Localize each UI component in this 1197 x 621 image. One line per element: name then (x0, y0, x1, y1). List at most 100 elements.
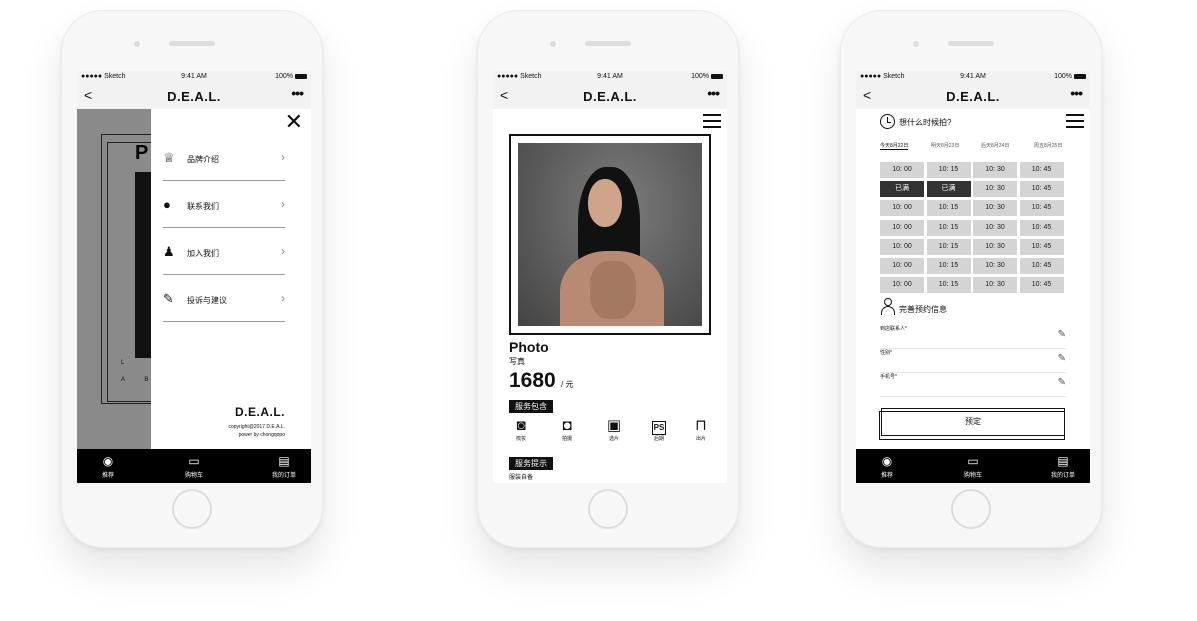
service-makeup: ◙ 梳妆 (508, 417, 534, 442)
orders-icon: ▤ (1057, 454, 1069, 468)
tab-orders[interactable]: ▤ 我的订单 (254, 454, 311, 479)
speaker-slot (169, 41, 215, 46)
speaker-slot (948, 41, 994, 46)
tab-recommend[interactable]: ◉ 推荐 (857, 454, 917, 479)
tab-bar: ◉ 推荐 ▭ 购物车 ▤ 我的订单 (77, 449, 311, 483)
notice-text: 服装自备 (509, 475, 534, 481)
time-slot[interactable]: 10: 00 (880, 238, 924, 255)
more-button[interactable]: ••• (707, 85, 720, 101)
close-icon[interactable]: ✕ (285, 111, 303, 133)
time-slot[interactable]: 10: 45 (1019, 238, 1064, 255)
time-slot[interactable]: 10: 45 (1019, 181, 1064, 198)
service-label: 选片 (608, 436, 619, 442)
time-slot[interactable]: 10: 45 (1019, 219, 1064, 236)
time-slot[interactable]: 10: 15 (926, 162, 971, 178)
menu-item-join[interactable]: ♟ 加入我们 › (163, 229, 285, 275)
service-retouch: PS 后期 (646, 417, 672, 442)
contact-name-field[interactable]: 到店联系人* ✎ (880, 325, 1066, 349)
phone-field[interactable]: 手机号* ✎ (880, 373, 1066, 397)
tab-recommend[interactable]: ◉ 推荐 (78, 454, 138, 479)
menu-item-label: 品牌介绍 (187, 155, 219, 164)
cart-icon: ▭ (188, 454, 200, 468)
time-slot[interactable]: 10: 45 (1019, 258, 1064, 274)
time-slot[interactable]: 10: 15 (926, 277, 971, 294)
home-button[interactable] (172, 489, 212, 529)
chevron-right-icon: › (281, 197, 285, 211)
camera-dot (550, 41, 556, 47)
back-button[interactable]: < (84, 87, 92, 103)
tab-orders[interactable]: ▤ 我的订单 (1033, 454, 1090, 479)
product-subtitle: 写真 (509, 357, 525, 366)
menu-content: P L A B ✕ ♕ 品牌介绍 › ● 联系我们 › ♟ 加入我们 › ✎ 投… (77, 109, 311, 483)
time-slot[interactable]: 10: 15 (926, 219, 971, 236)
date-tab[interactable]: 今天8月22日 (880, 142, 909, 150)
time-slot[interactable]: 已满 (926, 181, 971, 198)
battery-icon (711, 73, 723, 79)
time-slot[interactable]: 10: 30 (973, 200, 1017, 217)
more-button[interactable]: ••• (291, 85, 304, 101)
time-slot[interactable]: 10: 45 (1019, 200, 1064, 217)
time-slot[interactable]: 10: 15 (926, 238, 971, 255)
copyright-text: copyright@2017 D.E.A.L. power by chongqo… (229, 423, 286, 439)
camera-dot (913, 41, 919, 47)
confirm-booking-button[interactable]: 预定 (879, 408, 1065, 440)
more-button[interactable]: ••• (1070, 85, 1083, 101)
time-slot[interactable]: 10: 00 (880, 200, 924, 217)
time-slot[interactable]: 10: 30 (973, 219, 1017, 236)
time-slot[interactable]: 10: 00 (880, 258, 924, 274)
service-include-label: 服务包含 (509, 400, 553, 413)
powered-by-line: power by chongqopo (238, 432, 285, 438)
service-label: 后期 (653, 436, 664, 442)
screen-menu: ●●●●● Sketch 9:41 AM 100% < D.E.A.L. •••… (77, 71, 311, 483)
pencil-icon[interactable]: ✎ (1058, 377, 1066, 388)
time-slot[interactable]: 10: 00 (880, 219, 924, 236)
time-slot[interactable]: 10: 45 (1019, 162, 1064, 178)
date-tab[interactable]: 周五8月25日 (1034, 142, 1062, 149)
time-slot[interactable]: 10: 00 (880, 162, 924, 178)
date-tab[interactable]: 明天8月23日 (931, 142, 959, 149)
menu-item-contact[interactable]: ● 联系我们 › (163, 182, 285, 228)
background-letter: P (135, 142, 149, 164)
product-content: Photo 写真 1680 / 元 服务包含 ◙ 梳妆 ◘ 拍摄 ▣ 选片 PS 后期 … (493, 109, 727, 483)
back-button[interactable]: < (500, 87, 508, 103)
time-slot[interactable]: 10: 30 (973, 181, 1017, 198)
screen-booking: ●●●●● Sketch 9:41 AM 100% < D.E.A.L. •••… (856, 71, 1090, 483)
time-slot[interactable]: 10: 30 (973, 238, 1017, 255)
crown-icon: ♕ (163, 150, 175, 165)
date-tab[interactable]: 后天8月24日 (981, 142, 1009, 149)
tab-cart[interactable]: ▭ 购物车 (943, 454, 1003, 479)
time-slot[interactable]: 10: 15 (926, 200, 971, 217)
time-slot[interactable]: 10: 00 (880, 277, 924, 294)
status-time: 9:41 AM (960, 73, 986, 80)
home-button[interactable] (951, 489, 991, 529)
time-slot[interactable]: 已满 (880, 181, 924, 198)
orders-icon: ▤ (278, 454, 290, 468)
info-title: 完善预约信息 (899, 305, 947, 314)
time-slot[interactable]: 10: 45 (1019, 277, 1064, 294)
gender-field[interactable]: 性别* ✎ (880, 349, 1066, 373)
cart-icon: ▭ (967, 454, 979, 468)
status-time: 9:41 AM (181, 73, 207, 80)
phone-frame-2: ●●●●● Sketch 9:41 AM 100% < D.E.A.L. •••… (477, 10, 739, 548)
back-button[interactable]: < (863, 87, 871, 103)
hamburger-menu-icon[interactable] (703, 114, 721, 128)
time-slot[interactable]: 10: 30 (973, 277, 1017, 294)
time-slot[interactable]: 10: 15 (926, 258, 971, 274)
tab-label: 推荐 (880, 473, 893, 479)
copyright-line: copyright@2017 D.E.A.L. (228, 424, 286, 430)
pencil-icon[interactable]: ✎ (1058, 329, 1066, 340)
menu-item-feedback[interactable]: ✎ 投诉与建议 › (163, 276, 285, 322)
home-button[interactable] (588, 489, 628, 529)
tab-cart[interactable]: ▭ 购物车 (164, 454, 224, 479)
time-slot[interactable]: 10: 30 (973, 162, 1017, 178)
time-slot[interactable]: 10: 30 (973, 258, 1017, 274)
service-select: ▣ 选片 (601, 417, 627, 442)
hamburger-menu-icon[interactable] (1066, 114, 1084, 128)
side-drawer: ✕ ♕ 品牌介绍 › ● 联系我们 › ♟ 加入我们 › ✎ 投诉与建议 › D… (151, 109, 311, 483)
background-text: L (121, 360, 125, 366)
menu-item-brand[interactable]: ♕ 品牌介绍 › (163, 135, 285, 181)
record-icon: ◉ (881, 454, 893, 468)
pencil-icon[interactable]: ✎ (1058, 353, 1066, 364)
service-notice-label: 服务提示 (509, 457, 553, 470)
screen-product: ●●●●● Sketch 9:41 AM 100% < D.E.A.L. •••… (493, 71, 727, 483)
